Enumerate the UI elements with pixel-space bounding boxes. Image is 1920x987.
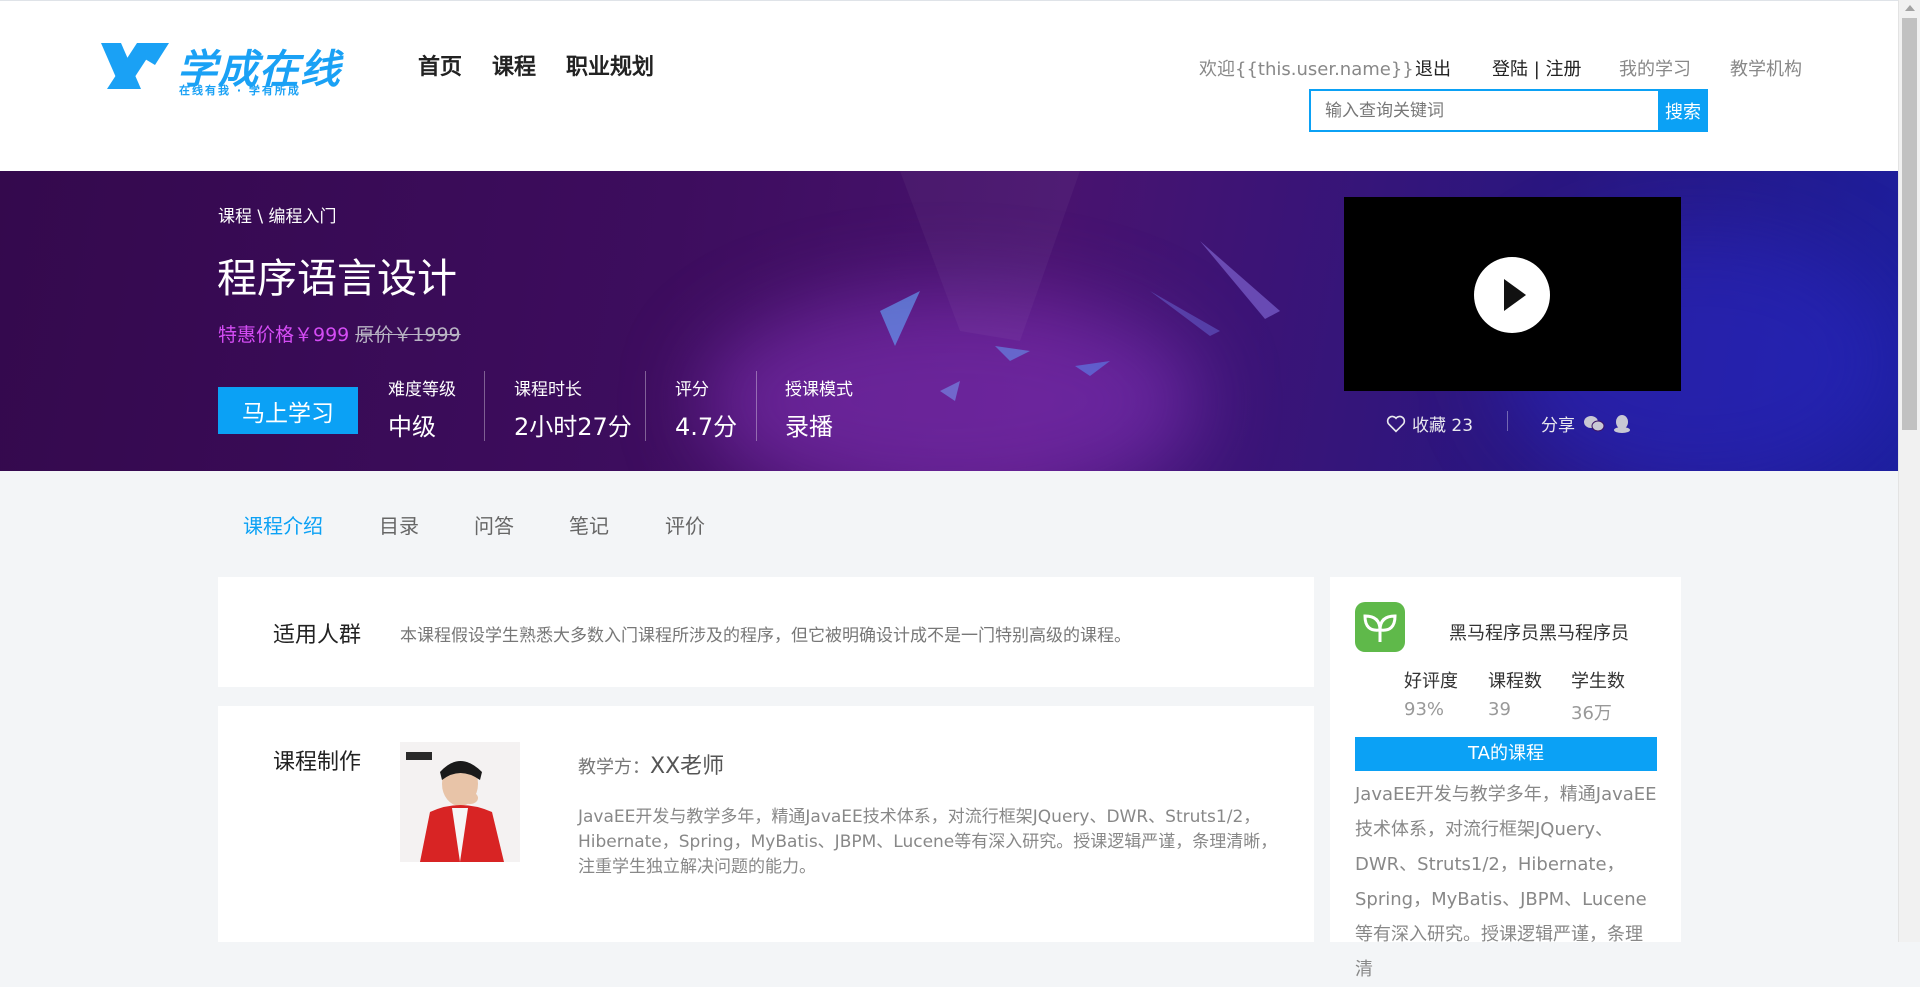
course-title: 程序语言设计	[217, 256, 457, 302]
original-price: 原价￥1999	[355, 324, 461, 346]
stat-label: 评分	[675, 380, 709, 400]
stat-label: 课程时长	[514, 380, 582, 400]
stat-value: 录播	[785, 413, 833, 441]
teacher-org-name[interactable]: 黑马程序员黑马程序员	[1449, 619, 1629, 645]
side-stat-label: 课程数	[1488, 671, 1542, 692]
stat-value: 中级	[388, 413, 436, 441]
course-banner: 课程 \ 编程入门 程序语言设计 特惠价格￥999 原价￥1999 马上学习 难度…	[0, 171, 1898, 471]
audience-text: 本课程假设学生熟悉大多数入门课程所涉及的程序，但它被明确设计成不是一门特别高级的…	[400, 626, 1131, 646]
audience-card: 适用人群 本课程假设学生熟悉大多数入门课程所涉及的程序，但它被明确设计成不是一门…	[218, 577, 1314, 687]
stat-divider	[645, 371, 646, 441]
production-card: 课程制作 教学方：XX老师 JavaEE开发与教学多年，精通JavaEE技术体系…	[218, 706, 1314, 942]
side-stat-label: 好评度	[1404, 671, 1458, 692]
teacher-label: 教学方：XX老师	[578, 748, 724, 780]
logo-x-icon	[101, 43, 169, 89]
welcome-text: 欢迎{{this.user.name}}	[1199, 59, 1414, 80]
side-stat-label: 学生数	[1571, 671, 1625, 692]
side-stat-value: 93%	[1404, 699, 1445, 720]
favorite-button[interactable]: 收藏 23	[1386, 411, 1473, 436]
side-stat-value: 36万	[1571, 703, 1612, 724]
logout-link[interactable]: 退出	[1415, 55, 1451, 81]
sale-price: 特惠价格￥999	[218, 324, 350, 346]
stat-divider	[484, 371, 485, 441]
heart-icon	[1386, 415, 1406, 433]
side-stat-value: 39	[1488, 699, 1511, 720]
tab-intro[interactable]: 课程介绍	[243, 510, 323, 539]
my-learning-link[interactable]: 我的学习	[1619, 55, 1691, 81]
tab-reviews[interactable]: 评价	[665, 510, 705, 539]
stat-value: 2小时27分	[514, 413, 632, 441]
stat-divider	[756, 371, 757, 441]
breadcrumb[interactable]: 课程 \ 编程入门	[218, 202, 337, 227]
site-logo[interactable]: 学成在线 在线有我 · 学有所成	[97, 39, 347, 97]
side-description: JavaEE开发与教学多年，精通JavaEE技术体系，对流行框架JQuery、D…	[1355, 784, 1657, 980]
qq-icon[interactable]	[1613, 414, 1631, 434]
search-button[interactable]: 搜索	[1658, 89, 1708, 132]
brand-leaf-icon	[1355, 602, 1405, 652]
page-scrollbar[interactable]	[1898, 0, 1920, 942]
site-header: 学成在线 在线有我 · 学有所成 首页 课程 职业规划 欢迎{{this.use…	[0, 0, 1898, 171]
stat-label: 授课模式	[785, 380, 853, 400]
search-box: 搜索	[1309, 89, 1708, 132]
audience-title: 适用人群	[273, 623, 362, 648]
tab-catalog[interactable]: 目录	[379, 510, 419, 539]
share-label: 分享	[1541, 416, 1575, 436]
price-info: 特惠价格￥999 原价￥1999	[218, 320, 461, 347]
teacher-photo	[400, 742, 520, 862]
teacher-name: XX老师	[650, 754, 725, 779]
main-nav: 首页 课程 职业规划	[418, 49, 684, 81]
stat-value: 4.7分	[675, 413, 738, 441]
teacher-description: JavaEE开发与教学多年，精通JavaEE技术体系，对流行框架JQuery、D…	[578, 807, 1278, 877]
play-icon[interactable]	[1474, 257, 1550, 333]
stat-label: 难度等级	[388, 380, 456, 400]
favorite-count: 收藏 23	[1412, 416, 1474, 436]
scroll-up-icon[interactable]	[1905, 5, 1915, 11]
share-divider	[1507, 411, 1508, 431]
video-player[interactable]	[1344, 197, 1681, 391]
scrollbar-thumb[interactable]	[1902, 18, 1917, 430]
start-learning-button[interactable]: 马上学习	[218, 387, 358, 434]
ta-courses-header[interactable]: TA的课程	[1355, 737, 1657, 771]
tab-qa[interactable]: 问答	[474, 510, 514, 539]
share-section: 分享	[1541, 411, 1631, 436]
production-title: 课程制作	[273, 750, 362, 775]
org-link[interactable]: 教学机构	[1730, 55, 1802, 81]
search-input[interactable]	[1309, 89, 1658, 132]
teacher-label-text: 教学方：	[578, 757, 650, 778]
teacher-side-card: 黑马程序员黑马程序员 好评度 93% 课程数 39 学生数 36万 TA的课程 …	[1330, 577, 1681, 980]
login-register-link[interactable]: 登陆 | 注册	[1492, 55, 1582, 81]
nav-courses[interactable]: 课程	[492, 49, 536, 81]
wechat-icon[interactable]	[1583, 415, 1605, 433]
tab-notes[interactable]: 笔记	[569, 510, 609, 539]
nav-career[interactable]: 职业规划	[566, 49, 654, 81]
logo-slogan: 在线有我 · 学有所成	[179, 84, 301, 97]
nav-home[interactable]: 首页	[418, 49, 462, 81]
